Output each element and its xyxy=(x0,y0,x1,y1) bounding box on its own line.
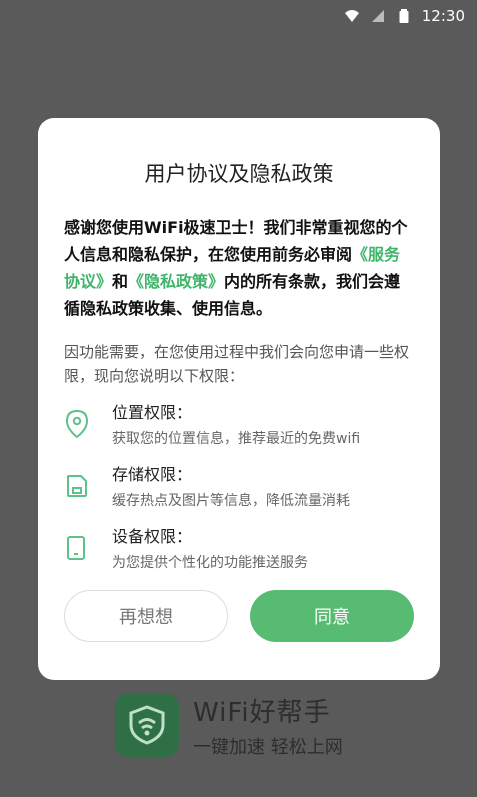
intro-and-text: 和 xyxy=(112,272,129,291)
permission-name: 存储权限： xyxy=(112,465,193,484)
battery-icon xyxy=(399,9,409,23)
app-slogan: 一键加速 轻松上网 xyxy=(193,736,343,758)
agree-button[interactable]: 同意 xyxy=(250,590,414,642)
storage-icon xyxy=(64,464,102,504)
dialog-intro: 感谢您使用WiFi极速卫士！我们非常重视您的个人信息和隐私保护，在您使用前务必审… xyxy=(64,214,414,322)
privacy-dialog: 用户协议及隐私政策 感谢您使用WiFi极速卫士！我们非常重视您的个人信息和隐私保… xyxy=(38,118,440,680)
cell-signal-icon xyxy=(371,10,384,22)
permission-name: 位置权限： xyxy=(112,403,193,422)
permission-item-storage: 存储权限： 缓存热点及图片等信息，降低流量消耗 xyxy=(64,464,414,512)
app-name: WiFi好帮手 xyxy=(193,697,331,728)
device-phone-icon xyxy=(64,526,102,566)
permission-item-device: 设备权限： 为您提供个性化的功能推送服务 xyxy=(64,526,414,574)
status-bar: 12:30 xyxy=(0,0,477,32)
location-pin-icon xyxy=(64,402,102,442)
wifi-signal-icon xyxy=(344,10,359,22)
permission-item-location: 位置权限： 获取您的位置信息，推荐最近的免费wifi xyxy=(64,402,414,450)
status-time: 12:30 xyxy=(421,7,465,25)
permission-desc: 获取您的位置信息，推荐最近的免费wifi xyxy=(112,431,361,447)
dialog-title: 用户协议及隐私政策 xyxy=(144,162,334,186)
privacy-policy-link[interactable]: 《隐私政策》 xyxy=(128,272,224,291)
app-logo xyxy=(115,693,179,757)
permission-notice: 因功能需要，在您使用过程中我们会向您申请一些权限，现向您说明以下权限： xyxy=(64,343,410,385)
dialog-buttons: 再想想 同意 xyxy=(64,590,414,642)
permission-desc: 缓存热点及图片等信息，降低流量消耗 xyxy=(112,493,350,509)
background-app-header: WiFi好帮手 一键加速 轻松上网 xyxy=(115,690,435,760)
cancel-button[interactable]: 再想想 xyxy=(64,590,228,642)
permission-desc: 为您提供个性化的功能推送服务 xyxy=(112,555,308,571)
permission-name: 设备权限： xyxy=(112,527,193,546)
shield-wifi-icon xyxy=(129,705,165,745)
